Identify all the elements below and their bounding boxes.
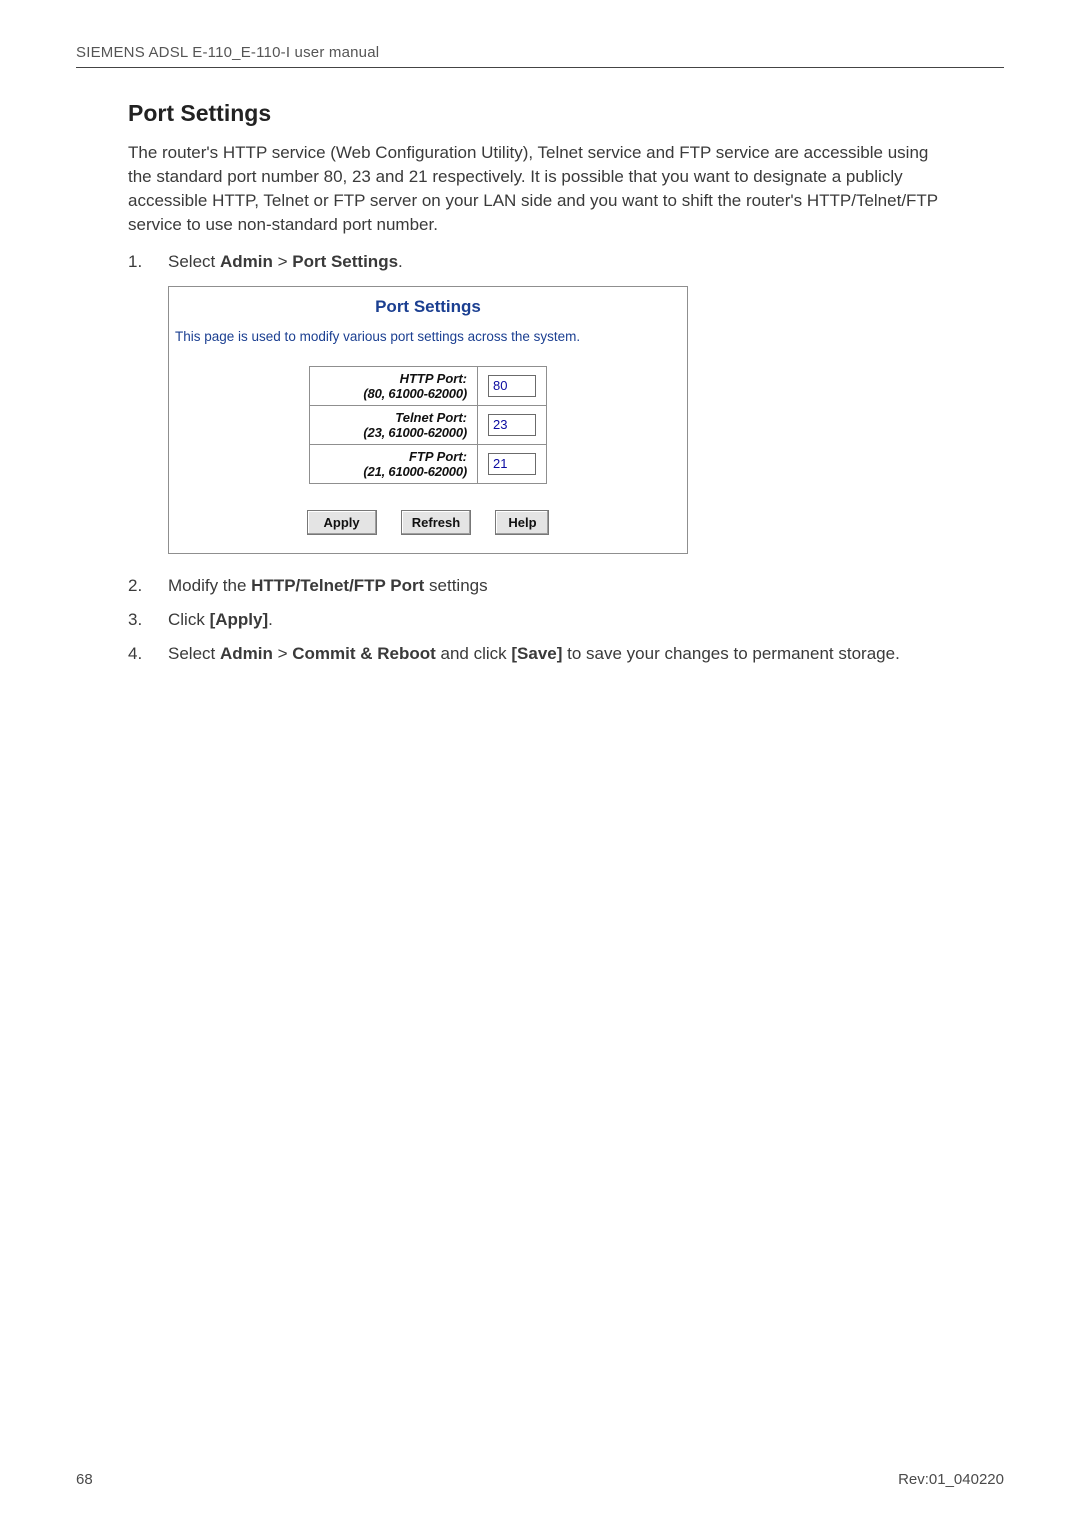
- step-4-number: 4.: [128, 644, 168, 664]
- step-4: 4. Select Admin > Commit & Reboot and cl…: [128, 644, 952, 664]
- step-3-number: 3.: [128, 610, 168, 630]
- http-port-value-cell: [478, 366, 547, 405]
- telnet-port-row: Telnet Port: (23, 61000-62000): [310, 405, 547, 444]
- step-4-bold-save: [Save]: [511, 644, 562, 663]
- step-2-bold: HTTP/Telnet/FTP Port: [251, 576, 424, 595]
- step-4-suffix: to save your changes to permanent storag…: [562, 644, 899, 663]
- step-1-sep: >: [273, 252, 292, 271]
- port-settings-form: HTTP Port: (80, 61000-62000) Telnet Port…: [309, 366, 547, 484]
- content-area: Port Settings The router's HTTP service …: [76, 100, 1004, 664]
- step-3-text: Click [Apply].: [168, 610, 952, 630]
- ftp-port-value-cell: [478, 444, 547, 483]
- step-2: 2. Modify the HTTP/Telnet/FTP Port setti…: [128, 576, 952, 596]
- page-footer: 68 Rev:01_040220: [76, 1471, 1004, 1488]
- step-1-bold-portsettings: Port Settings: [292, 252, 398, 271]
- step-2-text: Modify the HTTP/Telnet/FTP Port settings: [168, 576, 952, 596]
- step-1: 1. Select Admin > Port Settings.: [128, 252, 952, 272]
- http-port-label: HTTP Port:: [400, 371, 467, 386]
- http-port-input[interactable]: [488, 375, 536, 397]
- telnet-port-input[interactable]: [488, 414, 536, 436]
- step-3-bold: [Apply]: [210, 610, 269, 629]
- running-header: SIEMENS ADSL E-110_E-110-I user manual: [76, 44, 1004, 61]
- telnet-port-label-cell: Telnet Port: (23, 61000-62000): [310, 405, 478, 444]
- step-1-number: 1.: [128, 252, 168, 272]
- document-page: SIEMENS ADSL E-110_E-110-I user manual P…: [0, 0, 1080, 1528]
- telnet-port-range: (23, 61000-62000): [363, 425, 467, 440]
- panel-button-row: Apply Refresh Help: [183, 510, 673, 535]
- step-4-bold-admin: Admin: [220, 644, 273, 663]
- step-3-prefix: Click: [168, 610, 210, 629]
- http-port-row: HTTP Port: (80, 61000-62000): [310, 366, 547, 405]
- panel-description: This page is used to modify various port…: [175, 329, 673, 344]
- step-4-mid: and click: [436, 644, 512, 663]
- step-2-number: 2.: [128, 576, 168, 596]
- step-2-prefix: Modify the: [168, 576, 251, 595]
- ftp-port-range: (21, 61000-62000): [363, 464, 467, 479]
- header-rule: [76, 67, 1004, 68]
- step-4-sep: >: [273, 644, 292, 663]
- http-port-label-cell: HTTP Port: (80, 61000-62000): [310, 366, 478, 405]
- telnet-port-label: Telnet Port:: [395, 410, 467, 425]
- ftp-port-row: FTP Port: (21, 61000-62000): [310, 444, 547, 483]
- step-3: 3. Click [Apply].: [128, 610, 952, 630]
- step-3-suffix: .: [268, 610, 273, 629]
- section-title: Port Settings: [128, 100, 952, 127]
- ftp-port-label-cell: FTP Port: (21, 61000-62000): [310, 444, 478, 483]
- refresh-button[interactable]: Refresh: [401, 510, 471, 535]
- panel-title: Port Settings: [183, 287, 673, 329]
- step-2-suffix: settings: [424, 576, 487, 595]
- page-number: 68: [76, 1471, 93, 1488]
- step-1-suffix: .: [398, 252, 403, 271]
- ftp-port-input[interactable]: [488, 453, 536, 475]
- intro-paragraph: The router's HTTP service (Web Configura…: [128, 141, 952, 238]
- ftp-port-label: FTP Port:: [409, 449, 467, 464]
- telnet-port-value-cell: [478, 405, 547, 444]
- port-settings-panel: Port Settings This page is used to modif…: [168, 286, 688, 554]
- step-4-prefix: Select: [168, 644, 220, 663]
- step-4-text: Select Admin > Commit & Reboot and click…: [168, 644, 952, 664]
- apply-button[interactable]: Apply: [307, 510, 377, 535]
- step-4-bold-commit: Commit & Reboot: [292, 644, 436, 663]
- help-button[interactable]: Help: [495, 510, 549, 535]
- http-port-range: (80, 61000-62000): [363, 386, 467, 401]
- step-1-bold-admin: Admin: [220, 252, 273, 271]
- step-1-prefix: Select: [168, 252, 220, 271]
- revision-label: Rev:01_040220: [898, 1471, 1004, 1488]
- step-1-text: Select Admin > Port Settings.: [168, 252, 952, 272]
